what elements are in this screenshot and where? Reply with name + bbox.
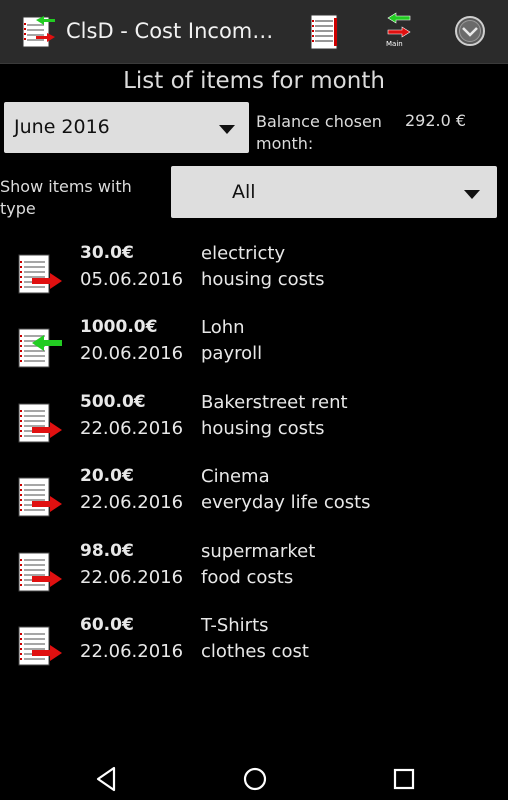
overflow-menu-icon[interactable] bbox=[448, 12, 492, 52]
chevron-down-icon bbox=[464, 190, 480, 199]
expense-doc-icon bbox=[18, 626, 62, 666]
item-date: 05.06.2016 bbox=[80, 269, 184, 290]
item-date: 22.06.2016 bbox=[80, 417, 184, 439]
list-item[interactable]: 1000.0€ 20.06.2016 Lohn payroll bbox=[0, 317, 508, 387]
expense-doc-icon bbox=[18, 552, 62, 592]
type-filter-value: All bbox=[232, 181, 256, 203]
chevron-down-icon bbox=[219, 125, 235, 134]
month-spinner-value: June 2016 bbox=[14, 116, 110, 138]
item-name: Bakerstreet rent bbox=[201, 391, 348, 413]
app-title: ClsD - Cost Incom… bbox=[66, 19, 274, 43]
list-item[interactable]: 20.0€ 22.06.2016 Cinema everyday life costs bbox=[0, 466, 508, 536]
item-name: Cinema bbox=[201, 466, 270, 488]
expense-doc-icon bbox=[18, 254, 62, 294]
item-amount: 98.0€ bbox=[80, 540, 134, 561]
back-icon[interactable] bbox=[92, 764, 122, 794]
item-amount: 20.0€ bbox=[80, 466, 134, 487]
expense-doc-icon bbox=[18, 403, 62, 443]
item-amount: 30.0€ bbox=[80, 243, 134, 263]
list-item[interactable]: 500.0€ 22.06.2016 Bakerstreet rent housing … bbox=[0, 392, 508, 462]
home-icon[interactable] bbox=[240, 764, 270, 794]
item-category: food costs bbox=[201, 566, 294, 588]
item-date: 22.06.2016 bbox=[80, 566, 184, 588]
item-name: electricty bbox=[201, 243, 286, 264]
balance-label: Balance chosen month: bbox=[256, 112, 382, 153]
app-icon bbox=[22, 16, 55, 48]
list-item[interactable]: 60.0€ 22.06.2016 T-Shirts clothes cost bbox=[0, 615, 508, 685]
item-date: 20.06.2016 bbox=[80, 343, 184, 365]
item-name: T-Shirts bbox=[201, 615, 269, 636]
main-label: Main bbox=[386, 40, 403, 48]
item-category: everyday life costs bbox=[201, 492, 371, 514]
item-list-icon[interactable] bbox=[305, 12, 349, 52]
expense-doc-icon bbox=[18, 477, 62, 517]
recents-icon[interactable] bbox=[389, 764, 419, 794]
item-amount: 500.0€ bbox=[80, 391, 146, 412]
item-category: payroll bbox=[201, 343, 263, 365]
item-date: 22.06.2016 bbox=[80, 641, 184, 662]
item-name: Lohn bbox=[201, 317, 245, 339]
month-spinner[interactable]: June 2016 bbox=[4, 102, 249, 153]
item-amount: 1000.0€ bbox=[80, 317, 158, 338]
income-doc-icon bbox=[18, 328, 62, 368]
item-amount: 60.0€ bbox=[80, 615, 134, 635]
item-name: supermarket bbox=[201, 540, 316, 562]
balance-value: 292.0 € bbox=[405, 111, 467, 130]
navigation-bar bbox=[0, 752, 508, 800]
list-item[interactable]: 98.0€ 22.06.2016 supermarket food costs bbox=[0, 541, 508, 611]
page-title: List of items for month bbox=[123, 68, 385, 94]
type-filter-label: Show items with type bbox=[0, 177, 132, 218]
item-category: housing costs bbox=[201, 417, 325, 439]
action-bar: ClsD - Cost Incom… Main bbox=[0, 0, 508, 64]
item-category: housing costs bbox=[201, 269, 325, 290]
type-filter-spinner[interactable]: All bbox=[171, 166, 497, 218]
item-category: clothes cost bbox=[201, 641, 309, 662]
item-date: 22.06.2016 bbox=[80, 492, 184, 514]
list-item[interactable]: 30.0€ 05.06.2016 electricty housing costs bbox=[0, 243, 508, 313]
